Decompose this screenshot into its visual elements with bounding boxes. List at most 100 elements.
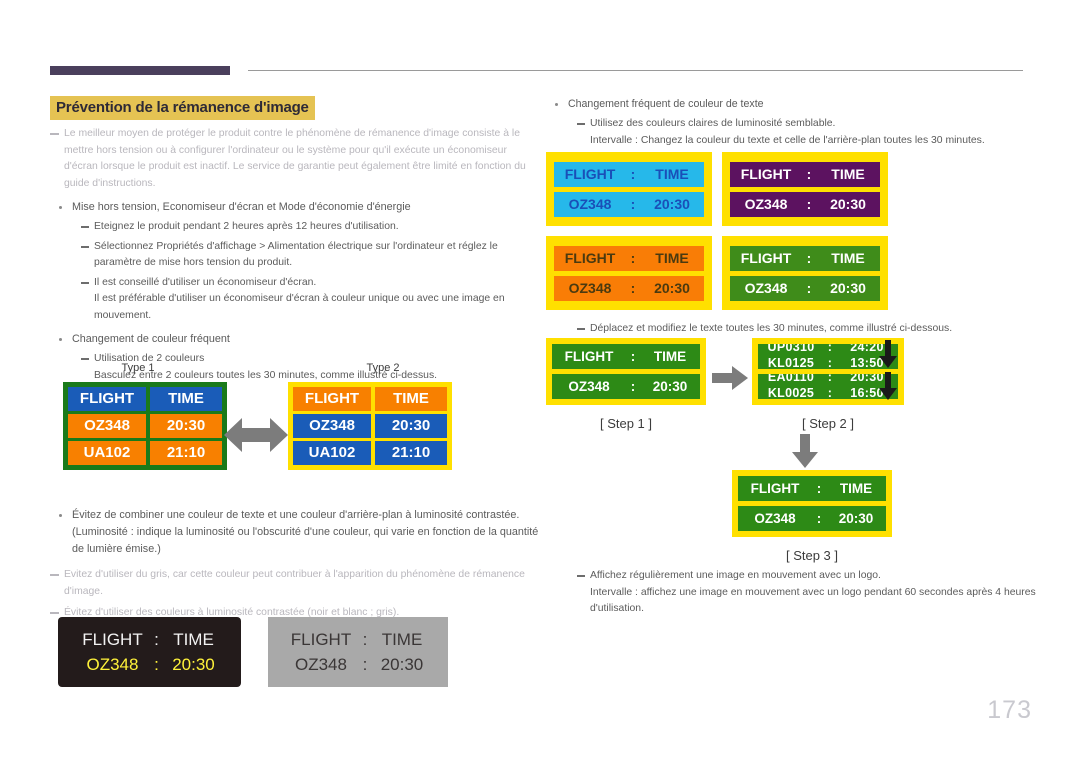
board-flight-label: FLIGHT	[290, 629, 352, 649]
step-flight-label: FLIGHT	[564, 349, 614, 364]
panel-line: FLIGHT : TIME	[554, 161, 704, 187]
panel-separator: :	[806, 249, 812, 266]
step-separator: :	[630, 349, 636, 364]
panel-time-label: TIME	[831, 165, 865, 182]
type-2-caption: Type 2	[366, 362, 400, 374]
right-column: Changement fréquent de couleur de texte …	[546, 96, 1038, 149]
panel-separator: :	[806, 195, 812, 212]
panel-time-value: 20:30	[830, 279, 866, 296]
orange-panel: FLIGHT : TIME OZ348 : 20:30	[546, 236, 712, 310]
step-flight-value: OZ348	[568, 379, 610, 394]
panel-time-value: 20:30	[654, 195, 690, 212]
board-line: FLIGHT : TIME	[77, 630, 223, 650]
cell-time: 21:10	[150, 441, 222, 465]
step-1-board: FLIGHT : TIME OZ348 : 20:30	[546, 338, 706, 405]
intro-note: Le meilleur moyen de protéger le produit…	[50, 126, 540, 192]
bullet-avoid-contrast: Évitez de combiner une couleur de texte …	[50, 507, 542, 558]
header-rule	[248, 70, 1023, 71]
step-time-value: 20:30	[838, 511, 874, 526]
page-title: Prévention de la rémanence d'image	[50, 96, 315, 120]
panel-separator: :	[806, 279, 812, 296]
sub-screensaver-detail: Il est préférable d'utiliser un économis…	[94, 293, 505, 321]
table-row: OZ348 20:30	[293, 414, 447, 438]
green-panel: FLIGHT : TIME OZ348 : 20:30	[722, 236, 888, 310]
board-flight-value: OZ348	[295, 654, 347, 674]
panel-time-value: 20:30	[830, 195, 866, 212]
note-avoid-gray: Evitez d'utiliser du gris, car cette cou…	[50, 567, 542, 600]
dark-contrast-board: FLIGHT : TIME OZ348 : 20:30	[58, 617, 241, 687]
step-flight-value: OZ348	[754, 511, 796, 526]
panel-flight-value: OZ348	[568, 279, 612, 296]
panel-time-value: 20:30	[654, 279, 690, 296]
step-separator: :	[827, 344, 833, 354]
type-2-table: FLIGHT TIME OZ348 20:30 UA102 21:10	[288, 382, 452, 470]
table-row: FLIGHT TIME	[68, 387, 222, 411]
double-arrow-icon	[224, 414, 288, 456]
step-line: OZ348 : 20:30	[738, 506, 886, 531]
panel-flight-label: FLIGHT	[740, 249, 792, 266]
step-line: OZ348 : 20:30	[552, 374, 700, 399]
panel-flight-label: FLIGHT	[564, 165, 616, 182]
table-row: FLIGHT TIME	[293, 387, 447, 411]
board-line: FLIGHT : TIME	[285, 630, 431, 650]
cell-flight: OZ348	[293, 414, 371, 438]
board-flight-label: FLIGHT	[82, 629, 143, 649]
left-column: Le meilleur moyen de protéger le produit…	[50, 126, 540, 384]
color-panel-grid: FLIGHT : TIME OZ348 : 20:30 FLIGHT : TIM…	[546, 152, 888, 310]
step-3-board: FLIGHT : TIME OZ348 : 20:30	[732, 470, 892, 537]
cell-time-header: TIME	[150, 387, 222, 411]
step-flight-value: KL0125	[767, 356, 815, 369]
step-line: FLIGHT : TIME	[552, 344, 700, 369]
cell-flight: UA102	[68, 441, 146, 465]
board-time-label: TIME	[381, 629, 423, 649]
panel-separator: :	[630, 165, 636, 182]
step-separator: :	[630, 379, 636, 394]
board-line: OZ348 : 20:30	[77, 655, 223, 675]
board-separator: :	[362, 629, 368, 649]
step-flight-value: UP0310	[767, 344, 815, 354]
bullet-power-off: Mise hors tension, Economiseur d'écran e…	[50, 199, 540, 216]
document-page: Prévention de la rémanence d'image Le me…	[0, 0, 1080, 763]
dash-light-colors: Utilisez des couleurs claires de luminos…	[546, 116, 1038, 133]
board-separator: :	[362, 654, 368, 674]
panel-line: OZ348 : 20:30	[554, 275, 704, 301]
board-time-value: 20:30	[380, 654, 424, 674]
panel-flight-label: FLIGHT	[564, 249, 616, 266]
panel-separator: :	[806, 165, 812, 182]
dash-display-logo: Affichez régulièrement une image en mouv…	[546, 568, 1038, 585]
dash-turn-off-2h: Eteignez le produit pendant 2 heures apr…	[50, 219, 540, 236]
dash-screensaver: Il est conseillé d'utiliser un économise…	[50, 275, 540, 292]
step-2-label: [ Step 2 ]	[801, 416, 855, 431]
panel-flight-value: OZ348	[568, 195, 612, 212]
step-flight-value: EA0110	[767, 374, 815, 384]
down-arrow-icon	[792, 434, 818, 473]
board-separator: :	[154, 629, 159, 649]
panel-line: OZ348 : 20:30	[554, 191, 704, 217]
type-1-caption: Type 1	[121, 362, 155, 374]
gray-contrast-board: FLIGHT : TIME OZ348 : 20:30	[268, 617, 448, 687]
cell-time: 20:30	[150, 414, 222, 438]
right-column-lower: Affichez régulièrement une image en mouv…	[546, 565, 1038, 618]
panel-flight-value: OZ348	[744, 195, 788, 212]
step-3-label: [ Step 3 ]	[785, 548, 839, 563]
step-separator: :	[827, 374, 833, 384]
board-time-label: TIME	[173, 629, 214, 649]
cell-flight-header: FLIGHT	[68, 387, 146, 411]
step-diagram: FLIGHT : TIME OZ348 : 20:30 [ Step 1 ] U…	[546, 318, 966, 568]
left-column-lower: Évitez de combiner une couleur de texte …	[50, 500, 542, 625]
page-number: 173	[987, 696, 1032, 724]
cell-flight: OZ348	[68, 414, 146, 438]
cell-flight-header: FLIGHT	[293, 387, 371, 411]
dash-display-properties: Sélectionnez Propriétés d'affichage > Al…	[50, 239, 540, 272]
step-time-label: TIME	[653, 349, 687, 364]
table-row: UA102 21:10	[68, 441, 222, 465]
panel-line: OZ348 : 20:30	[730, 275, 880, 301]
step-flight-label: FLIGHT	[750, 481, 800, 496]
cell-flight: UA102	[293, 441, 371, 465]
panel-flight-label: FLIGHT	[740, 165, 792, 182]
panel-line: FLIGHT : TIME	[730, 161, 880, 187]
cell-time-header: TIME	[375, 387, 447, 411]
sub-interval-30min: Intervalle : Changez la couleur du texte…	[590, 134, 985, 146]
bullet-frequent-text-color: Changement fréquent de couleur de texte	[546, 96, 1038, 113]
bullet-color-change: Changement de couleur fréquent	[50, 331, 540, 348]
